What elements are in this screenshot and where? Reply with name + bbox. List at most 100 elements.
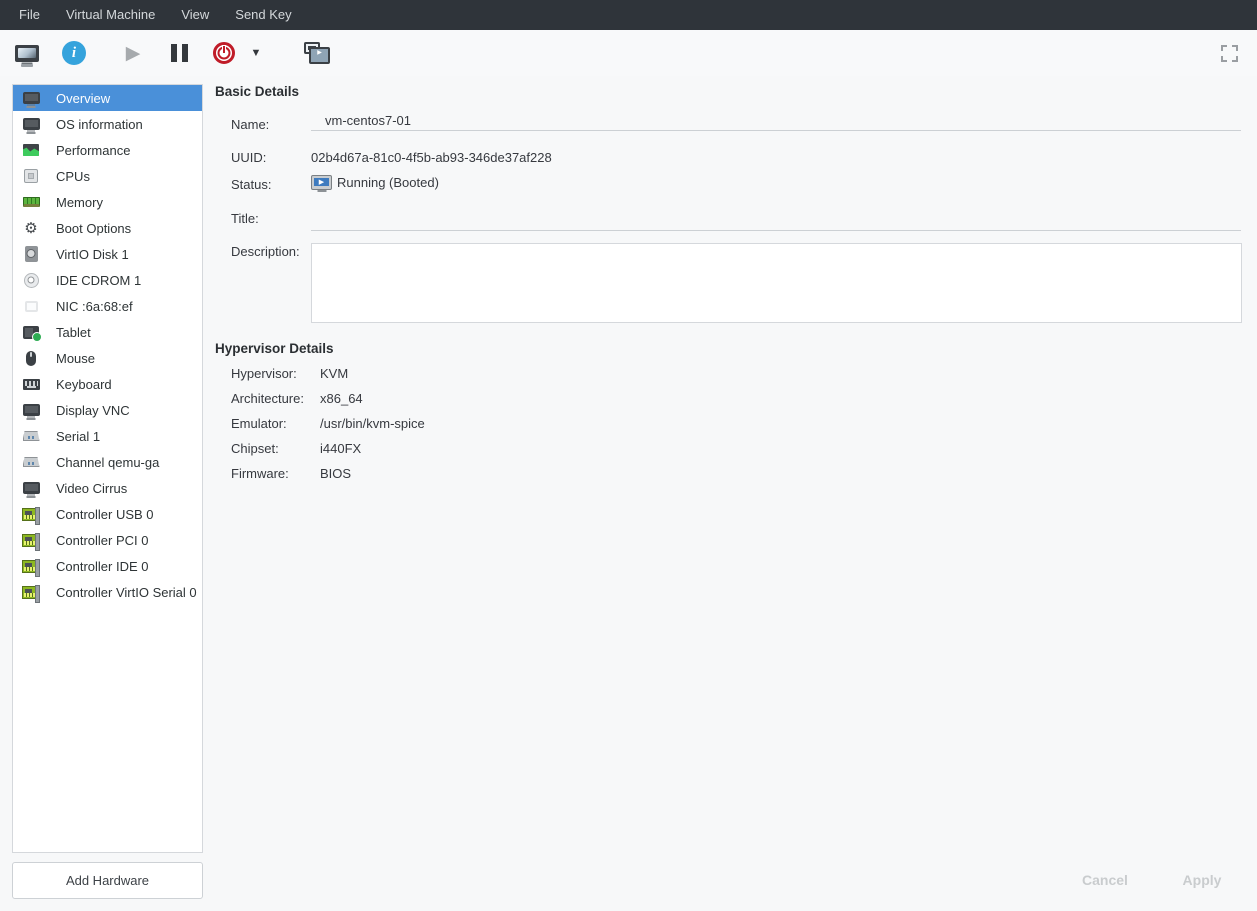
hardware-list: Overview OS information Performance CPUs… (12, 84, 203, 853)
sidebar-item-label: Mouse (56, 351, 95, 366)
menu-view[interactable]: View (168, 0, 222, 30)
virtual-displays-button[interactable] (300, 36, 334, 70)
name-field[interactable] (311, 113, 1241, 131)
sidebar-item-controller-usb-0[interactable]: Controller USB 0 (13, 501, 202, 527)
sidebar-item-label: Memory (56, 195, 103, 210)
title-label: Title: (231, 211, 259, 226)
serial-port-icon (21, 452, 41, 472)
sidebar-item-label: Controller IDE 0 (56, 559, 148, 574)
sidebar-item-boot-options[interactable]: ⚙ Boot Options (13, 215, 202, 241)
sidebar-item-label: Tablet (56, 325, 91, 340)
sidebar-item-overview[interactable]: Overview (13, 85, 202, 111)
status-badge: Running (Booted) (311, 175, 439, 190)
hypervisor-value: KVM (320, 366, 348, 381)
basic-details-heading: Basic Details (215, 84, 299, 99)
monitor-icon (21, 88, 41, 108)
fullscreen-icon (1221, 45, 1238, 62)
hard-disk-icon (21, 244, 41, 264)
monitor-icon (21, 400, 41, 420)
sidebar-item-serial-1[interactable]: Serial 1 (13, 423, 202, 449)
menu-virtual-machine[interactable]: Virtual Machine (53, 0, 168, 30)
sidebar-item-memory[interactable]: Memory (13, 189, 202, 215)
emulator-value: /usr/bin/kvm-spice (320, 416, 425, 431)
sidebar-item-controller-pci-0[interactable]: Controller PCI 0 (13, 527, 202, 553)
monitor-icon (21, 114, 41, 134)
firmware-label: Firmware: (231, 466, 289, 481)
sidebar-item-keyboard[interactable]: Keyboard (13, 371, 202, 397)
run-button[interactable]: ▶ (116, 36, 150, 70)
description-field[interactable] (311, 243, 1242, 323)
cancel-button[interactable]: Cancel (1070, 868, 1140, 892)
sidebar-item-label: Overview (56, 91, 110, 106)
info-icon: i (62, 41, 86, 65)
sidebar-item-label: Channel qemu-ga (56, 455, 159, 470)
sidebar-item-label: OS information (56, 117, 143, 132)
sidebar-item-controller-virtio-serial-0[interactable]: Controller VirtIO Serial 0 (13, 579, 202, 605)
sidebar-item-tablet[interactable]: Tablet (13, 319, 202, 345)
show-console-button[interactable] (10, 36, 44, 70)
architecture-label: Architecture: (231, 391, 304, 406)
status-label: Status: (231, 177, 271, 192)
sidebar-item-label: VirtIO Disk 1 (56, 247, 129, 262)
sidebar-item-label: CPUs (56, 169, 90, 184)
performance-chart-icon (21, 140, 41, 160)
tablet-icon (21, 322, 41, 342)
pci-card-icon (21, 556, 41, 576)
pause-button[interactable] (162, 36, 196, 70)
memory-ram-icon (21, 192, 41, 212)
apply-button[interactable]: Apply (1167, 868, 1237, 892)
description-label: Description: (231, 244, 300, 259)
firmware-value: BIOS (320, 466, 351, 481)
console-monitor-icon (15, 45, 39, 62)
sidebar-item-nic[interactable]: NIC :6a:68:ef (13, 293, 202, 319)
menu-send-key[interactable]: Send Key (222, 0, 304, 30)
sidebar-item-label: Video Cirrus (56, 481, 127, 496)
shutdown-button[interactable] (207, 36, 241, 70)
sidebar-item-label: Controller VirtIO Serial 0 (56, 585, 197, 600)
monitor-icon (21, 478, 41, 498)
sidebar-item-label: Serial 1 (56, 429, 100, 444)
uuid-value: 02b4d67a-81c0-4f5b-ab93-346de37af228 (311, 150, 552, 165)
menu-file[interactable]: File (6, 0, 53, 30)
sidebar-item-label: NIC :6a:68:ef (56, 299, 133, 314)
dual-monitors-icon (304, 42, 330, 64)
sidebar-item-cpus[interactable]: CPUs (13, 163, 202, 189)
title-field[interactable] (311, 213, 1241, 231)
power-icon (213, 42, 235, 64)
status-value: Running (Booted) (337, 175, 439, 190)
sidebar-item-os-information[interactable]: OS information (13, 111, 202, 137)
hypervisor-label: Hypervisor: (231, 366, 297, 381)
sidebar-item-ide-cdrom-1[interactable]: IDE CDROM 1 (13, 267, 202, 293)
chipset-label: Chipset: (231, 441, 279, 456)
pci-card-icon (21, 504, 41, 524)
sidebar-item-performance[interactable]: Performance (13, 137, 202, 163)
sidebar-item-label: Boot Options (56, 221, 131, 236)
serial-port-icon (21, 426, 41, 446)
sidebar-item-controller-ide-0[interactable]: Controller IDE 0 (13, 553, 202, 579)
vm-running-icon (311, 175, 332, 190)
architecture-value: x86_64 (320, 391, 363, 406)
sidebar-item-mouse[interactable]: Mouse (13, 345, 202, 371)
pci-card-icon (21, 530, 41, 550)
sidebar-item-label: Display VNC (56, 403, 130, 418)
sidebar-item-label: Controller PCI 0 (56, 533, 148, 548)
uuid-label: UUID: (231, 150, 266, 165)
mouse-icon (21, 348, 41, 368)
sidebar-item-virtio-disk-1[interactable]: VirtIO Disk 1 (13, 241, 202, 267)
shutdown-menu-button[interactable]: ▼ (244, 36, 268, 70)
chipset-value: i440FX (320, 441, 361, 456)
emulator-label: Emulator: (231, 416, 287, 431)
fullscreen-button[interactable] (1212, 36, 1246, 70)
show-details-button[interactable]: i (57, 36, 91, 70)
sidebar-item-label: IDE CDROM 1 (56, 273, 141, 288)
sidebar-item-channel-qemu-ga[interactable]: Channel qemu-ga (13, 449, 202, 475)
sidebar-item-label: Keyboard (56, 377, 112, 392)
toolbar: i ▶ ▼ (0, 30, 1257, 76)
add-hardware-button[interactable]: Add Hardware (12, 862, 203, 899)
sidebar-item-label: Controller USB 0 (56, 507, 154, 522)
vm-details-window: File Virtual Machine View Send Key i ▶ ▼ (0, 0, 1257, 911)
name-label: Name: (231, 117, 269, 132)
sidebar-item-display-vnc[interactable]: Display VNC (13, 397, 202, 423)
network-interface-icon (21, 296, 41, 316)
sidebar-item-video-cirrus[interactable]: Video Cirrus (13, 475, 202, 501)
